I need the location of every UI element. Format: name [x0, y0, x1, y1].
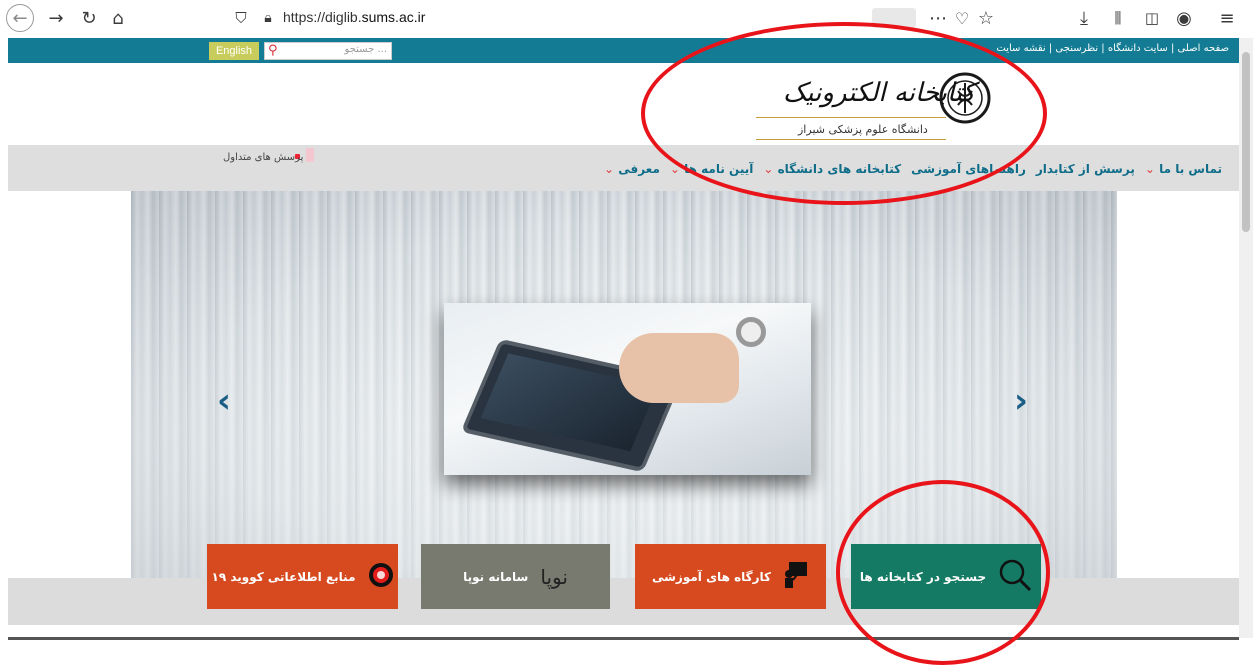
scrollbar-thumb[interactable]: [1242, 52, 1250, 232]
hand-illustration: [619, 333, 739, 403]
annotation-circle-search-tile: [836, 480, 1050, 665]
url-prefix: https://diglib.: [283, 9, 362, 25]
search-icon[interactable]: ⚲: [268, 43, 278, 58]
download-icon[interactable]: ⤓: [1070, 4, 1098, 32]
chevron-down-icon: ⌄: [603, 162, 615, 176]
nav-item-contact[interactable]: تماس با ما ⌄: [1145, 162, 1222, 176]
tile-label: کارگاه های آموزشی: [651, 569, 772, 584]
teacher-board-icon: [783, 560, 809, 593]
star-icon[interactable]: ☆: [972, 4, 1000, 32]
nav-item-label: تماس با ما: [1159, 162, 1222, 176]
account-icon[interactable]: ◉: [1170, 4, 1198, 32]
site-topbar: English ⚲ جستجو ... صفحه اصلی | سایت دان…: [8, 38, 1239, 63]
reload-icon[interactable]: ↻: [75, 4, 103, 32]
slider-prev-button[interactable]: ‹: [217, 381, 231, 421]
chevron-down-icon: ⌄: [1144, 162, 1155, 176]
nav-item-label: پرسش از کتابدار: [1035, 162, 1135, 176]
nav-item-label: معرفی: [618, 162, 660, 176]
noopa-logo: نوپا: [540, 564, 568, 589]
forward-icon[interactable]: →: [42, 4, 70, 32]
slide-image: [444, 303, 811, 475]
tile-workshops[interactable]: کارگاه های آموزشی: [635, 544, 826, 609]
tile-noopa[interactable]: نوپا سامانه نوپا: [421, 544, 610, 609]
tile-label: سامانه نوپا: [463, 569, 529, 584]
faq-link[interactable]: پرسش های متداول: [223, 152, 303, 163]
tile-covid-resources[interactable]: منابع اطلاعاتی کووید ۱۹: [207, 544, 398, 609]
nav-item-intro[interactable]: معرفی ⌄: [604, 162, 660, 176]
nav-item-ask-librarian[interactable]: پرسش از کتابدار: [1036, 162, 1135, 176]
english-button[interactable]: English: [209, 42, 259, 60]
annotation-circle-logo: [641, 22, 1047, 205]
browser-toolbar: ← → ↻ ⌂ ⛉ 🔒︎ https://diglib.sums.ac.ir ⋯…: [0, 0, 1253, 38]
faq-bar: [306, 148, 314, 162]
corona-virus-icon: [368, 562, 394, 591]
url-domain: sums.ac.ir: [361, 9, 426, 25]
home-icon[interactable]: ⌂: [104, 4, 132, 32]
slider-next-button[interactable]: ›: [1014, 381, 1028, 421]
library-icon[interactable]: ⫼: [1104, 4, 1132, 32]
search-placeholder: جستجو ...: [344, 44, 387, 55]
main-nav: پرسش های متداول معرفی ⌄ آیین نامه ها ⌄ ک…: [8, 145, 1239, 191]
site-search-input[interactable]: ⚲ جستجو ...: [264, 42, 392, 60]
site-header: کتابخانه الکترونیک دانشگاه علوم پزشکی شی…: [8, 63, 1239, 145]
tiles-band: [8, 578, 1239, 625]
stethoscope-illustration: [736, 317, 766, 347]
shield-icon[interactable]: ⛉: [227, 4, 255, 32]
tile-label: منابع اطلاعاتی کووید ۱۹: [211, 569, 356, 584]
url-bar[interactable]: https://diglib.sums.ac.ir: [283, 9, 425, 25]
menu-icon[interactable]: ≡: [1213, 4, 1241, 32]
sidebar-icon[interactable]: ◫: [1138, 4, 1166, 32]
page-bottom-rule: [8, 637, 1239, 640]
back-icon[interactable]: ←: [6, 4, 34, 32]
top-links[interactable]: صفحه اصلی | سایت دانشگاه | نظرسنجی | نقش…: [996, 43, 1229, 54]
lock-icon: 🔒︎: [264, 10, 272, 26]
